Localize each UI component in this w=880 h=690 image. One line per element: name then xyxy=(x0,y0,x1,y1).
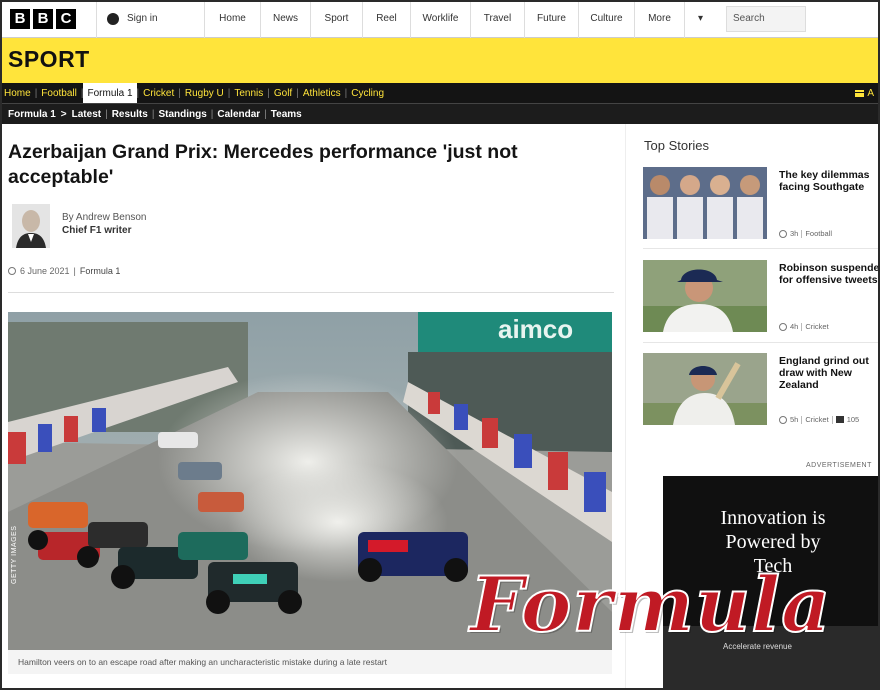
sign-in-link[interactable]: Sign in xyxy=(96,0,204,38)
story-comments[interactable]: 105 xyxy=(847,415,860,424)
top-story-item[interactable]: Robinson suspended for offensive tweets … xyxy=(643,260,880,350)
story-age: 3h xyxy=(790,229,799,238)
logo-letter-c: C xyxy=(56,8,76,29)
sport-nav-golf[interactable]: Golf xyxy=(270,83,296,103)
meta-separator: | xyxy=(73,266,76,276)
article-section-link[interactable]: Formula 1 xyxy=(80,266,121,276)
story-meta: 5h Cricket 105 xyxy=(779,415,859,424)
svg-text:aimco: aimco xyxy=(498,314,573,344)
all-sports-button[interactable]: A xyxy=(855,88,880,99)
divider xyxy=(643,342,880,343)
story-thumbnail[interactable] xyxy=(643,353,767,425)
nav-worklife[interactable]: Worklife xyxy=(410,0,470,38)
menu-icon xyxy=(855,89,865,97)
sport-nav: Home | Football | Formula 1 | Cricket | … xyxy=(0,83,880,103)
nav-separator: | xyxy=(210,108,214,120)
advert-label: ADVERTISEMENT xyxy=(806,462,872,469)
article-date: 6 June 2021 xyxy=(20,266,70,276)
story-thumbnail[interactable] xyxy=(643,167,767,239)
story-title[interactable]: Robinson suspended for offensive tweets xyxy=(779,262,880,286)
story-age: 4h xyxy=(790,322,799,331)
meta-separator xyxy=(831,415,833,424)
global-header: B B C Sign in Home News Sport Reel Workl… xyxy=(0,0,880,38)
story-section[interactable]: Cricket xyxy=(805,322,828,331)
story-section[interactable]: Cricket xyxy=(805,415,828,424)
sport-nav-cricket[interactable]: Cricket xyxy=(139,83,178,103)
story-meta: 4h Cricket xyxy=(779,322,829,331)
nav-home[interactable]: Home xyxy=(204,0,260,38)
subnav-results[interactable]: Results xyxy=(112,109,148,120)
subnav-teams[interactable]: Teams xyxy=(271,109,302,120)
author-role: Chief F1 writer xyxy=(62,225,132,236)
bbc-logo[interactable]: B B C xyxy=(10,8,76,29)
chevron-down-icon[interactable]: ▾ xyxy=(684,0,716,38)
nav-separator: | xyxy=(264,108,267,120)
england-players-image xyxy=(643,167,767,239)
story-thumbnail[interactable] xyxy=(643,260,767,332)
logo-letter-b2: B xyxy=(33,8,53,29)
sport-nav-formula-1[interactable]: Formula 1 xyxy=(83,83,137,103)
nav-more[interactable]: More xyxy=(634,0,684,38)
batsman-image xyxy=(643,353,767,425)
cricketer-image xyxy=(643,260,767,332)
story-title[interactable]: England grind out draw with New Zealand xyxy=(779,355,880,391)
meta-separator xyxy=(801,229,803,238)
sport-nav-home[interactable]: Home xyxy=(0,83,35,103)
clock-icon xyxy=(8,267,16,275)
subnav-calendar[interactable]: Calendar xyxy=(217,109,260,120)
sport-nav-cycling[interactable]: Cycling xyxy=(347,83,388,103)
logo-letter-b1: B xyxy=(10,8,30,29)
nav-sport[interactable]: Sport xyxy=(310,0,362,38)
user-icon xyxy=(107,12,119,25)
sign-in-label: Sign in xyxy=(127,13,158,24)
photo-caption: Hamilton veers on to an escape road afte… xyxy=(8,650,612,674)
byline: By Andrew Benson Chief F1 writer xyxy=(62,212,147,236)
sport-nav-athletics[interactable]: Athletics xyxy=(299,83,345,103)
chevron-right-icon: > xyxy=(60,108,67,120)
sport-nav-tennis[interactable]: Tennis xyxy=(230,83,267,103)
clock-icon xyxy=(779,229,787,238)
sport-title[interactable]: SPORT xyxy=(8,46,90,73)
article-headline: Azerbaijan Grand Prix: Mercedes performa… xyxy=(8,141,518,188)
top-stories-heading: Top Stories xyxy=(644,138,710,153)
subnav-section[interactable]: Formula 1 xyxy=(8,109,56,120)
nav-separator: | xyxy=(105,108,108,120)
photo-credit: GETTY IMAGES xyxy=(11,525,18,584)
sport-nav-football[interactable]: Football xyxy=(37,83,81,103)
divider xyxy=(8,292,614,293)
meta-separator xyxy=(801,322,803,331)
nav-separator: | xyxy=(151,108,155,120)
sport-header: SPORT xyxy=(0,38,880,83)
nav-future[interactable]: Future xyxy=(524,0,578,38)
sport-nav-rugby-u[interactable]: Rugby U xyxy=(181,83,228,103)
subnav-standings[interactable]: Standings xyxy=(158,109,206,120)
nav-reel[interactable]: Reel xyxy=(362,0,410,38)
search-input[interactable]: Search xyxy=(726,5,806,32)
author-portrait-image xyxy=(12,204,50,248)
story-age: 5h xyxy=(790,415,799,424)
divider xyxy=(643,248,880,249)
clock-icon xyxy=(779,322,787,331)
author-name[interactable]: By Andrew Benson xyxy=(62,212,147,223)
formula-overlay-text: Formula xyxy=(469,559,832,650)
top-story-item[interactable]: England grind out draw with New Zealand … xyxy=(643,353,880,443)
clock-icon xyxy=(779,415,787,424)
formula1-subnav: Formula 1 > Latest | Results | Standings… xyxy=(0,103,880,124)
story-section[interactable]: Football xyxy=(805,229,832,238)
comment-icon xyxy=(835,416,844,423)
nav-travel[interactable]: Travel xyxy=(470,0,524,38)
subnav-latest[interactable]: Latest xyxy=(72,109,101,120)
story-meta: 3h Football xyxy=(779,229,832,238)
story-title[interactable]: The key dilemmas facing Southgate xyxy=(779,169,880,193)
advert-line: Innovation is xyxy=(720,507,826,529)
top-story-item[interactable]: The key dilemmas facing Southgate 3h Foo… xyxy=(643,167,880,257)
global-nav: Home News Sport Reel Worklife Travel Fut… xyxy=(204,0,716,38)
nav-news[interactable]: News xyxy=(260,0,310,38)
meta-separator xyxy=(801,415,803,424)
all-sports-label: A xyxy=(867,87,874,99)
author-photo xyxy=(12,204,50,248)
advert-line: Powered by xyxy=(725,531,821,553)
article-meta: 6 June 2021 | Formula 1 xyxy=(8,266,120,276)
nav-culture[interactable]: Culture xyxy=(578,0,634,38)
